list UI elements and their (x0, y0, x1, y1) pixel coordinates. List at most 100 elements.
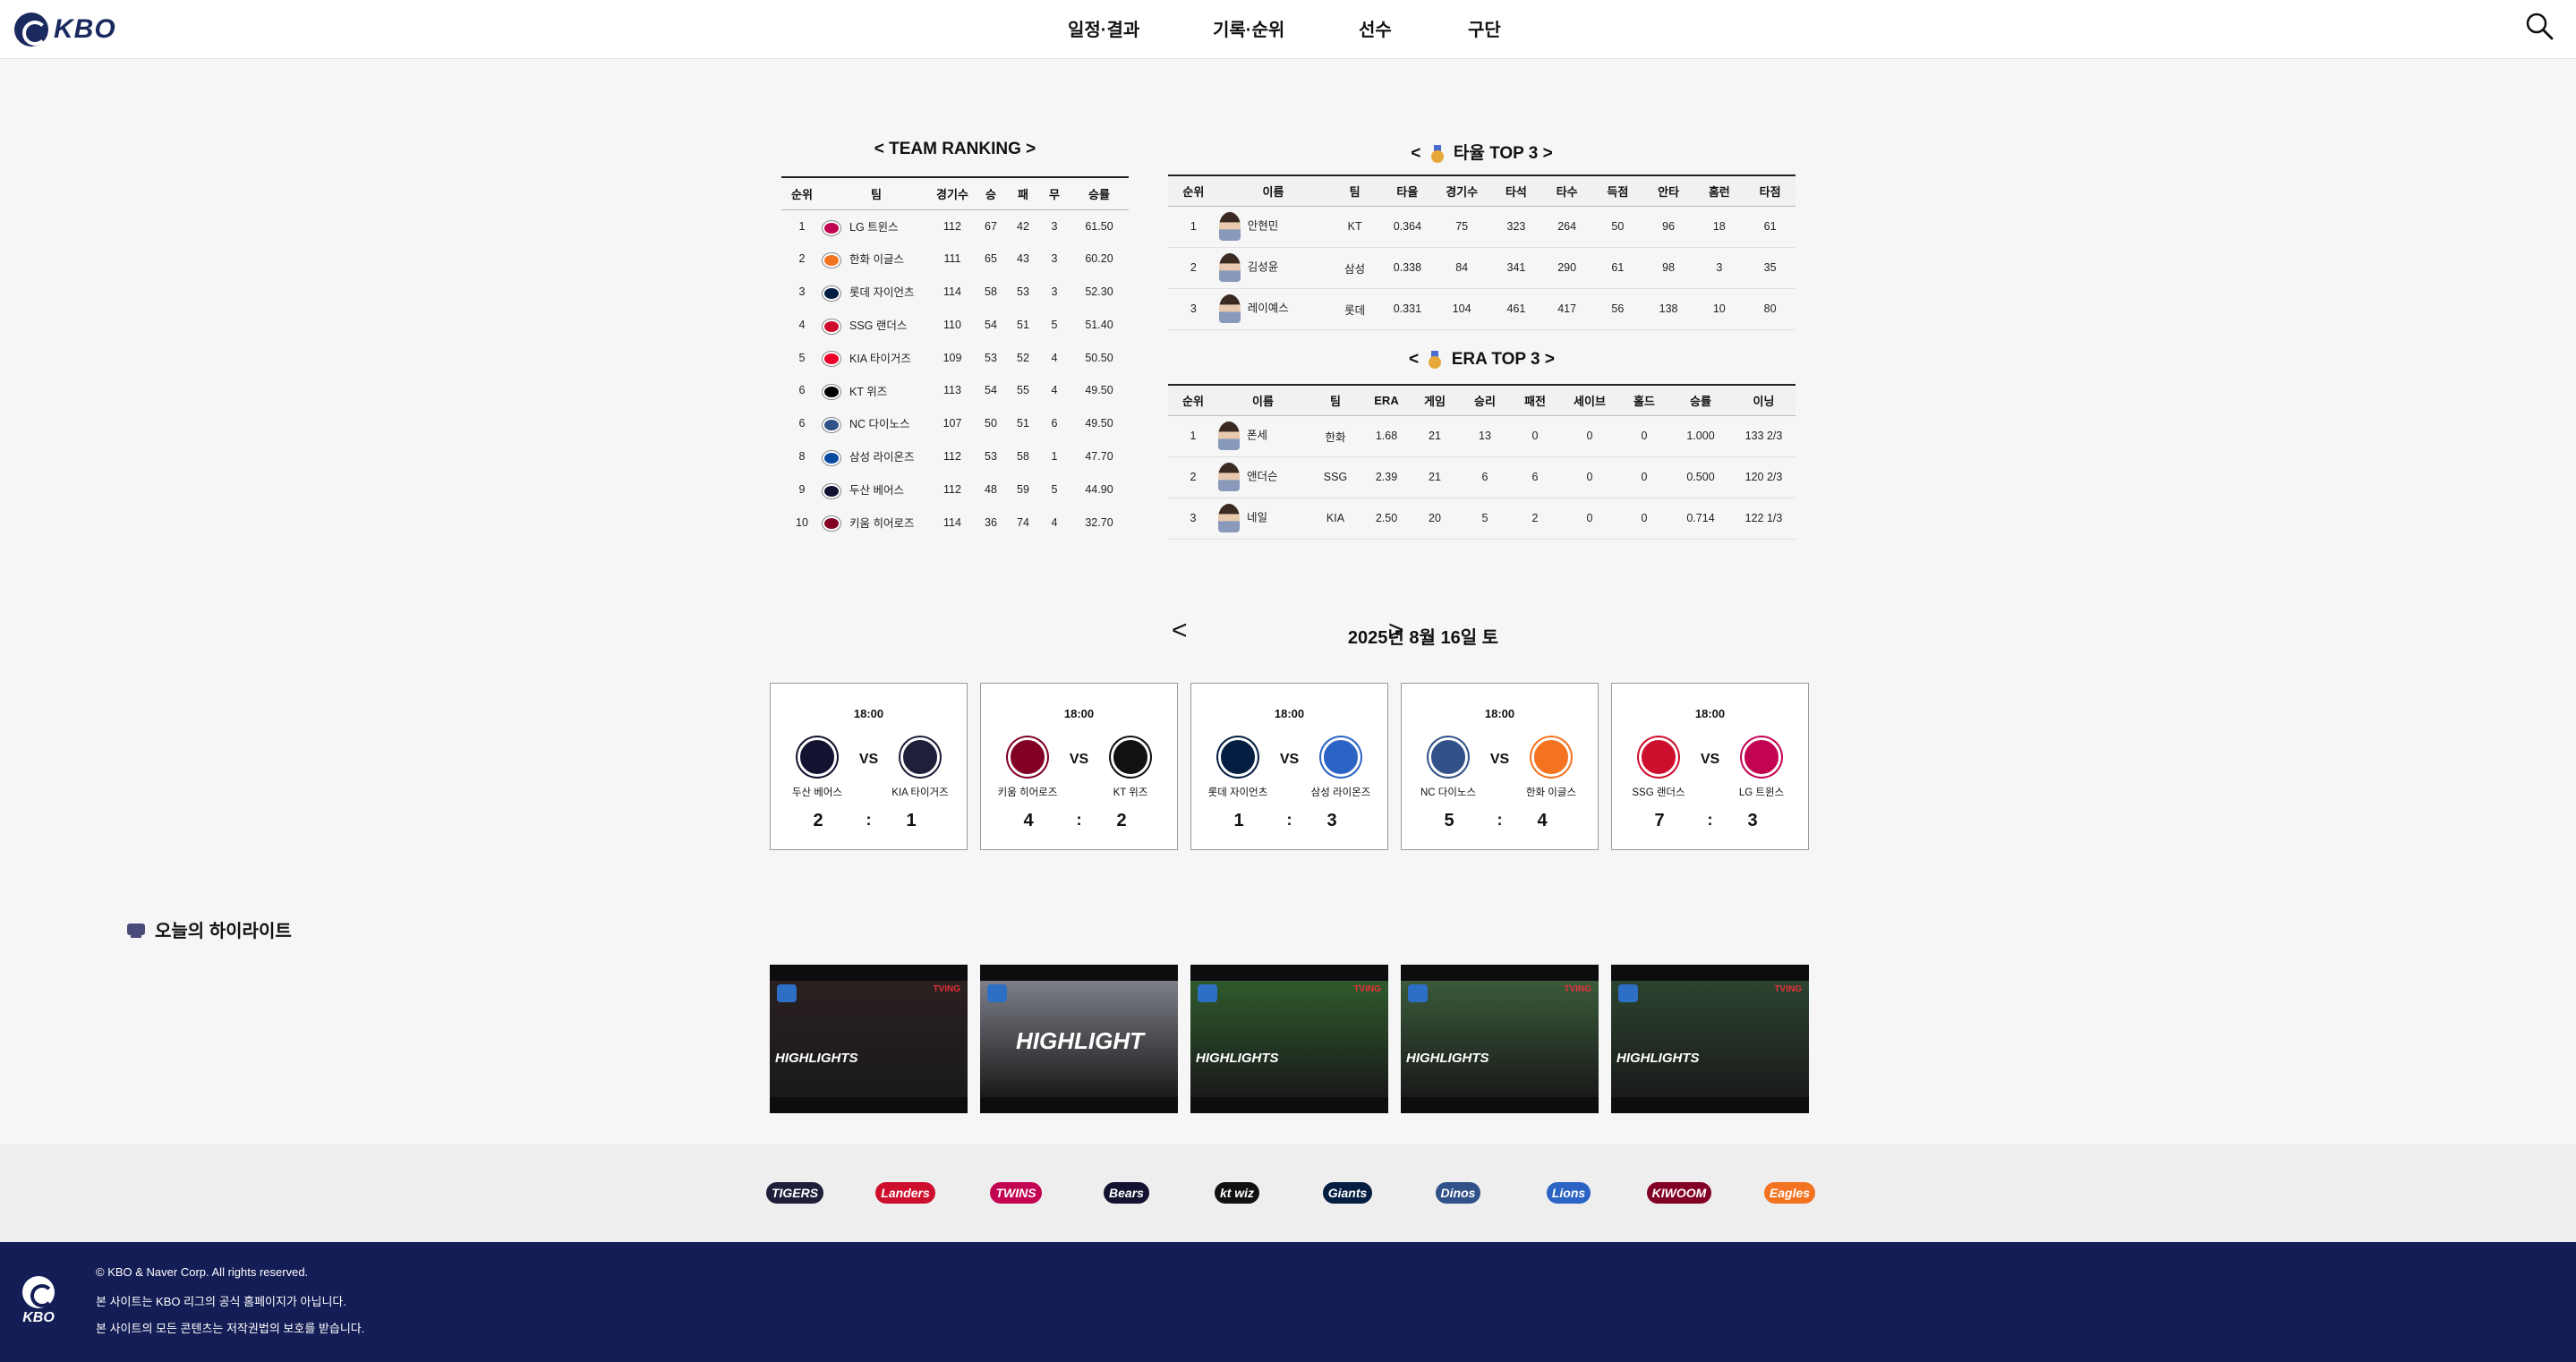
table-row[interactable]: 6 KT 위즈 113 54 55 4 49.50 (781, 374, 1129, 407)
col-rbi: 타점 (1759, 184, 1781, 199)
nav-teams[interactable]: 구단 (1468, 15, 1501, 41)
cell-w: 36 (985, 515, 997, 529)
team-ranking-title[interactable]: < TEAM RANKING > (781, 140, 1129, 159)
highlight-video-thumbnail[interactable]: TVING HIGHLIGHTS (770, 965, 968, 1113)
cell-d: 1 (1051, 449, 1058, 463)
cell-name: 네일 (1218, 498, 1308, 540)
table-row[interactable]: 1 안현민 KT 0.364 75 323 264 50 96 18 61 (1168, 206, 1796, 248)
team-logo-8[interactable]: KIWOOM (1646, 1168, 1712, 1218)
cell-ab: 264 (1541, 206, 1593, 248)
table-row[interactable]: 6 NC 다이노스 107 50 51 6 49.50 (781, 407, 1129, 440)
cell-l: 52 (1017, 351, 1029, 364)
game-card[interactable]: 18:00 VS NC 다이노스 한화 이글스 5:4 (1401, 683, 1599, 850)
score-separator: : (1286, 811, 1292, 829)
nav-schedule[interactable]: 일정·결과 (1068, 15, 1139, 41)
batting-next-arrow[interactable]: > (1543, 144, 1553, 163)
cell-rank: 3 (1168, 288, 1219, 330)
player-name: 김성윤 (1247, 260, 1279, 274)
era-top3-table: 순위 이름 팀 ERA 게임 승리 패전 세이브 홀드 승률 이닝 1 폰세 한화 1.68 21 13 0 0 0… (1168, 384, 1796, 540)
table-row[interactable]: 8 삼성 라이온즈 112 53 58 1 47.70 (781, 440, 1129, 473)
cell-pct: 60.20 (1085, 252, 1113, 266)
next-date-button[interactable]: > (1388, 616, 1404, 646)
table-row[interactable]: 9 두산 베어스 112 48 59 5 44.90 (781, 472, 1129, 506)
highlight-label: HIGHLIGHTS (1406, 1051, 1489, 1066)
table-row[interactable]: 3 레이예스 롯데 0.331 104 461 417 56 138 10 80 (1168, 288, 1796, 330)
game-card[interactable]: 18:00 VS 두산 베어스 KIA 타이거즈 2:1 (770, 683, 968, 850)
team-name: 삼성 라이온즈 (849, 451, 915, 464)
highlight-video-thumbnail[interactable]: TVING HIGHLIGHTS (1401, 965, 1599, 1113)
nav-records[interactable]: 기록·순위 (1213, 15, 1284, 41)
game-card[interactable]: 18:00 VS SSG 랜더스 LG 트윈스 7:3 (1611, 683, 1809, 850)
game-card[interactable]: 18:00 VS 롯데 자이언츠 삼성 라이온즈 1:3 (1190, 683, 1388, 850)
team-logo-2[interactable]: TWINS (987, 1168, 1045, 1218)
cell-w: 48 (985, 482, 997, 496)
team-logo-5[interactable]: Giants (1319, 1168, 1377, 1218)
kbo-badge-icon (1618, 984, 1638, 1002)
team-logo-icon (823, 285, 840, 301)
highlight-video-thumbnail[interactable]: TVING HIGHLIGHTS (1190, 965, 1388, 1113)
table-row[interactable]: 3 네일 KIA 2.50 20 5 2 0 0 0.714 122 1/3 (1168, 498, 1796, 540)
kbo-logo[interactable]: KBO (14, 11, 116, 48)
cell-w: 54 (985, 318, 997, 331)
batting-top3-title[interactable]: < 타율 TOP 3 > (1168, 140, 1796, 164)
cell-rank: 5 (798, 351, 806, 364)
score-separator: : (1076, 811, 1082, 829)
cell-l: 51 (1017, 417, 1029, 430)
cell-games: 109 (943, 351, 962, 364)
col-hr: 홈런 (1708, 184, 1730, 199)
cell-d: 4 (1051, 351, 1058, 364)
team-logo-strip: TIGERS Landers TWINS Bears kt wiz Giants Dinos… (0, 1145, 2576, 1242)
table-row[interactable]: 3 롯데 자이언츠 114 58 53 3 52.30 (781, 276, 1129, 309)
cell-l: 51 (1017, 318, 1029, 331)
game-card[interactable]: 18:00 VS 키움 히어로즈 KT 위즈 4:2 (980, 683, 1178, 850)
batting-prev-arrow[interactable]: < (1411, 144, 1420, 163)
era-prev-arrow[interactable]: < (1409, 350, 1419, 369)
table-row[interactable]: 2 앤더슨 SSG 2.39 21 6 6 0 0 0.500 120 2/3 (1168, 456, 1796, 498)
away-score: 2 (1116, 811, 1127, 830)
team-name: KT 위즈 (849, 385, 888, 398)
team-logo-0[interactable]: TIGERS (765, 1168, 824, 1218)
game-time: 18:00 (1274, 707, 1305, 720)
schedule-date: 2025년 8월 16일 토 (1347, 628, 1499, 648)
table-row[interactable]: 5 KIA 타이거즈 109 53 52 4 50.50 (781, 341, 1129, 374)
team-logo-3[interactable]: Bears (1098, 1168, 1156, 1218)
highlight-video-thumbnail[interactable]: TVING HIGHLIGHTS (1611, 965, 1809, 1113)
era-next-arrow[interactable]: > (1545, 350, 1555, 369)
search-button[interactable] (2524, 11, 2556, 43)
logo-text: KBO (54, 14, 116, 44)
player-name: 네일 (1247, 511, 1268, 524)
col-g: 경기수 (1446, 184, 1479, 199)
team-logo-icon (823, 516, 840, 532)
col-name: 이름 (1262, 184, 1284, 199)
cell-rank: 2 (1168, 456, 1218, 498)
cell-games: 112 (943, 449, 961, 463)
cell-d: 3 (1051, 252, 1058, 266)
player-name: 폰세 (1247, 429, 1268, 442)
team-logo-9[interactable]: Eagles (1761, 1168, 1819, 1218)
cell-games: 112 (943, 482, 961, 496)
cell-team: 키움 히어로즈 (823, 506, 930, 539)
table-row[interactable]: 2 김성윤 삼성 0.338 84 341 290 61 98 3 35 (1168, 247, 1796, 289)
team-logo-6[interactable]: Dinos (1429, 1168, 1487, 1218)
thumbnail-image (770, 981, 968, 1097)
kbo-badge-icon (1408, 984, 1428, 1002)
cell-team: KT (1327, 206, 1383, 248)
table-row[interactable]: 4 SSG 랜더스 110 54 51 5 51.40 (781, 308, 1129, 341)
table-row[interactable]: 1 LG 트윈스 112 67 42 3 61.50 (781, 209, 1129, 243)
nav-players[interactable]: 선수 (1359, 15, 1392, 41)
team-logo-7[interactable]: Lions (1540, 1168, 1598, 1218)
table-row[interactable]: 10 키움 히어로즈 114 36 74 4 32.70 (781, 506, 1129, 539)
cell-l: 53 (1017, 285, 1029, 298)
team-logo-icon (823, 352, 840, 367)
team-logo-1[interactable]: Landers (875, 1168, 935, 1218)
cell-team: 한화 이글스 (823, 243, 930, 276)
cell-w: 50 (985, 417, 997, 430)
cell-pct: 52.30 (1085, 285, 1113, 298)
team-logo-4[interactable]: kt wiz (1208, 1168, 1266, 1218)
highlight-video-thumbnail[interactable]: HIGHLIGHT (980, 965, 1178, 1113)
table-row[interactable]: 1 폰세 한화 1.68 21 13 0 0 0 1.000 133 2/3 (1168, 415, 1796, 457)
cell-team: NC 다이노스 (823, 407, 930, 440)
game-time: 18:00 (1063, 707, 1095, 720)
table-row[interactable]: 2 한화 이글스 111 65 43 3 60.20 (781, 243, 1129, 276)
era-top3-title[interactable]: < ERA TOP 3 > (1168, 350, 1796, 370)
